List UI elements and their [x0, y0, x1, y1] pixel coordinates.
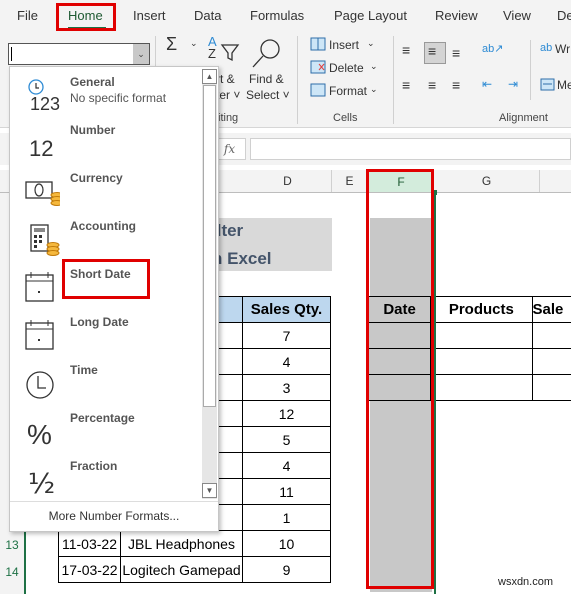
- header-sales-qty[interactable]: Sales Qty.: [242, 296, 331, 323]
- align-left-icon[interactable]: ≡: [402, 77, 410, 93]
- menu-item-accounting[interactable]: Accounting: [10, 215, 200, 263]
- bottom-align-icon[interactable]: ≡: [452, 45, 460, 61]
- orientation-icon[interactable]: ab↗: [482, 42, 503, 55]
- format-button[interactable]: Format: [329, 84, 367, 98]
- delete-cells-icon: [310, 60, 326, 74]
- clock-icon: [20, 365, 60, 401]
- chevron-down-icon[interactable]: ⌄: [370, 61, 378, 72]
- header-products[interactable]: Products: [430, 296, 533, 323]
- delete-button[interactable]: Delete: [329, 61, 364, 75]
- scrollbar-thumb[interactable]: [203, 85, 216, 407]
- tab-insert[interactable]: Insert: [133, 8, 166, 23]
- cells-group-label: Cells: [333, 112, 358, 124]
- formula-input[interactable]: [250, 138, 571, 160]
- watermark: wsxdn.com: [498, 576, 554, 588]
- increase-indent-icon[interactable]: ⇥: [508, 77, 518, 91]
- sheet-title-line2: n Excel: [212, 249, 272, 268]
- row-header-14[interactable]: 14: [0, 565, 24, 579]
- sort-filter-icon[interactable]: AZ: [208, 35, 217, 60]
- more-number-formats-link[interactable]: More Number Formats...: [10, 509, 218, 523]
- chevron-down-icon[interactable]: ⌄: [370, 84, 378, 95]
- menu-item-time[interactable]: Time: [10, 359, 200, 407]
- wrap-text-icon: ab: [540, 42, 553, 54]
- home-tab-highlight: [56, 3, 116, 31]
- number-format-dropdown[interactable]: [8, 43, 150, 65]
- scroll-up-arrow-icon[interactable]: ▲: [202, 69, 217, 84]
- alignment-group-label: Alignment: [499, 112, 548, 124]
- find-magnifier-icon[interactable]: [250, 36, 284, 70]
- percent-icon: %: [20, 413, 60, 450]
- filter-icon: [220, 44, 240, 62]
- calendar-icon: [20, 269, 60, 305]
- align-right-icon[interactable]: ≡: [452, 77, 460, 93]
- number-format-menu: 123 General No specific format 12 Number…: [9, 66, 219, 532]
- chevron-down-icon[interactable]: ⌄: [367, 38, 375, 49]
- column-header-d[interactable]: D: [244, 170, 332, 192]
- header-sales[interactable]: Sale: [531, 296, 571, 323]
- tab-file[interactable]: File: [17, 8, 38, 23]
- accounting-calculator-icon: [20, 221, 60, 257]
- menu-divider: [10, 501, 218, 502]
- tab-page-layout[interactable]: Page Layout: [334, 8, 407, 23]
- row-selection-indicator: [24, 530, 26, 594]
- find-select-label[interactable]: Find &: [249, 72, 284, 86]
- column-header-g[interactable]: G: [434, 170, 540, 192]
- sort-filter-label-2[interactable]: ter ˅: [216, 88, 240, 102]
- menu-item-long-date[interactable]: Long Date: [10, 311, 200, 359]
- column-header-e[interactable]: E: [332, 170, 368, 192]
- divider: [393, 36, 394, 124]
- menu-item-general[interactable]: 123 General No specific format: [10, 71, 200, 119]
- general-clock-123-icon: 123: [20, 77, 60, 114]
- decrease-indent-icon[interactable]: ⇤: [482, 77, 492, 91]
- currency-icon: [20, 173, 64, 209]
- number-12-icon: 12: [20, 125, 60, 161]
- text-caret: [11, 47, 12, 61]
- find-select-label-2[interactable]: Select ˅: [246, 88, 290, 102]
- divider: [530, 40, 531, 100]
- divider: [297, 36, 298, 124]
- menu-item-fraction[interactable]: ½ Fraction: [10, 455, 200, 503]
- tab-data[interactable]: Data: [194, 8, 221, 23]
- merge-center-icon: [540, 78, 555, 91]
- column-f-highlight-box: [366, 169, 434, 589]
- svg-text:½: ½: [28, 467, 55, 497]
- autosum-icon[interactable]: Σ: [166, 34, 177, 55]
- align-center-icon[interactable]: ≡: [428, 77, 436, 93]
- insert-button[interactable]: Insert: [329, 38, 359, 52]
- svg-text:123: 123: [30, 94, 60, 113]
- tab-developer[interactable]: De: [557, 8, 571, 23]
- selection-border: [434, 192, 436, 594]
- format-cells-icon: [310, 83, 326, 97]
- table-row: 11-03-22 JBL Headphones 10: [58, 530, 331, 557]
- short-date-highlight-box: [62, 259, 150, 299]
- svg-text:12: 12: [29, 136, 53, 161]
- tab-view[interactable]: View: [503, 8, 531, 23]
- scroll-down-arrow-icon[interactable]: ▼: [202, 483, 217, 498]
- menu-item-currency[interactable]: Currency: [10, 167, 200, 215]
- merge-center-button[interactable]: Me: [557, 78, 571, 92]
- calendar-icon: [20, 317, 60, 353]
- tab-review[interactable]: Review: [435, 8, 478, 23]
- svg-text:%: %: [27, 419, 52, 449]
- fraction-icon: ½: [20, 461, 60, 500]
- table-row: 17-03-22 Logitech Gamepad 9: [58, 556, 331, 583]
- chevron-down-icon[interactable]: ⌄: [133, 44, 149, 64]
- row-header-13[interactable]: 13: [0, 538, 24, 552]
- editing-group-label: iting: [218, 112, 239, 124]
- chevron-down-icon[interactable]: ⌄: [190, 38, 198, 49]
- menu-item-percentage[interactable]: % Percentage: [10, 407, 200, 455]
- wrap-text-button[interactable]: Wr: [555, 42, 570, 56]
- menu-item-number[interactable]: 12 Number: [10, 119, 200, 167]
- tab-formulas[interactable]: Formulas: [250, 8, 304, 23]
- insert-cells-icon: [310, 37, 326, 51]
- middle-align-icon[interactable]: ≡: [428, 43, 436, 59]
- top-align-icon[interactable]: ≡: [402, 42, 410, 58]
